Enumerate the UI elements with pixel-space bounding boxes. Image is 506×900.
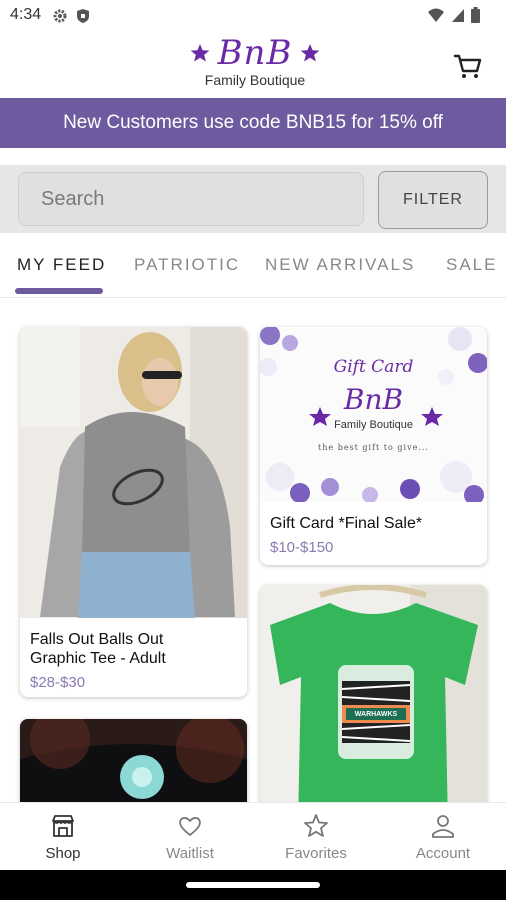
status-bar: 4:34 xyxy=(0,0,506,32)
tab-patriotic[interactable]: PATRIOTIC xyxy=(134,255,240,275)
status-time: 4:34 xyxy=(10,6,42,23)
gear-icon xyxy=(53,9,67,23)
logo-brand-text: BnB xyxy=(217,33,293,73)
product-image[interactable] xyxy=(20,719,247,802)
product-image[interactable] xyxy=(20,327,247,618)
app-header: BnB Family Boutique xyxy=(0,32,506,98)
account-icon xyxy=(432,815,454,838)
brand-logo[interactable]: BnB Family Boutique xyxy=(170,36,340,94)
active-tab-indicator xyxy=(15,288,103,294)
nav-favorites[interactable]: Favorites xyxy=(253,803,379,871)
nav-label: Shop xyxy=(45,845,81,862)
product-feed[interactable]: Falls Out Balls Out Graphic Tee - Adult … xyxy=(0,298,506,802)
tab-sale[interactable]: SALE xyxy=(446,255,497,275)
category-tabs: MY FEED PATRIOTIC NEW ARRIVALS SALE xyxy=(0,233,506,298)
nav-label: Account xyxy=(415,845,471,862)
product-title: Gift Card *Final Sale* xyxy=(270,515,423,532)
signal-icon xyxy=(452,9,464,22)
tab-my-feed[interactable]: MY FEED xyxy=(17,255,106,275)
wifi-icon xyxy=(428,8,444,22)
shop-icon xyxy=(52,815,74,837)
cart-icon[interactable] xyxy=(452,50,484,82)
star-icon xyxy=(190,44,209,62)
product-card[interactable]: Gift Card BnB Family Boutique the best g… xyxy=(260,327,487,565)
nav-shop[interactable]: Shop xyxy=(0,803,126,871)
tab-new-arrivals[interactable]: NEW ARRIVALS xyxy=(265,255,415,275)
product-image[interactable] xyxy=(260,585,487,802)
product-price: $10-$150 xyxy=(270,539,334,556)
star-icon xyxy=(301,44,320,62)
system-nav-bar xyxy=(0,870,506,900)
product-image[interactable]: Gift Card BnB Family Boutique the best g… xyxy=(260,327,487,502)
star-icon xyxy=(304,814,328,837)
search-input[interactable] xyxy=(18,172,364,226)
nav-label: Favorites xyxy=(285,845,347,862)
gift-card-subtitle: Family Boutique xyxy=(334,419,413,431)
search-bar: FILTER xyxy=(0,165,506,233)
battery-icon xyxy=(471,7,480,23)
tee-print-text: WARHAWKS xyxy=(354,711,398,718)
gift-card-heading: Gift Card xyxy=(333,357,414,377)
product-card[interactable] xyxy=(20,719,247,802)
promo-banner: New Customers use code BNB15 for 15% off xyxy=(0,98,506,148)
product-title-line-1: Falls Out Balls Out xyxy=(30,631,164,648)
home-gesture-bar[interactable] xyxy=(186,882,320,888)
nav-label: Waitlist xyxy=(166,845,214,862)
nav-account[interactable]: Account xyxy=(380,803,506,871)
promo-text: New Customers use code BNB15 for 15% off xyxy=(63,112,443,133)
product-title-line-2: Graphic Tee - Adult xyxy=(30,650,166,667)
product-price: $28-$30 xyxy=(30,674,86,691)
filter-button[interactable]: FILTER xyxy=(378,171,488,229)
shield-icon xyxy=(77,9,89,23)
gift-card-tagline: the best gift to give... xyxy=(318,443,429,452)
heart-icon xyxy=(179,817,201,836)
product-card[interactable]: WARHAWKS xyxy=(260,585,487,802)
nav-waitlist[interactable]: Waitlist xyxy=(127,803,253,871)
bottom-navigation: Shop Waitlist Favorites Account xyxy=(0,802,506,871)
gift-card-brand: BnB xyxy=(343,383,404,416)
logo-subtitle: Family Boutique xyxy=(204,72,306,88)
product-card[interactable]: Falls Out Balls Out Graphic Tee - Adult … xyxy=(20,327,247,697)
